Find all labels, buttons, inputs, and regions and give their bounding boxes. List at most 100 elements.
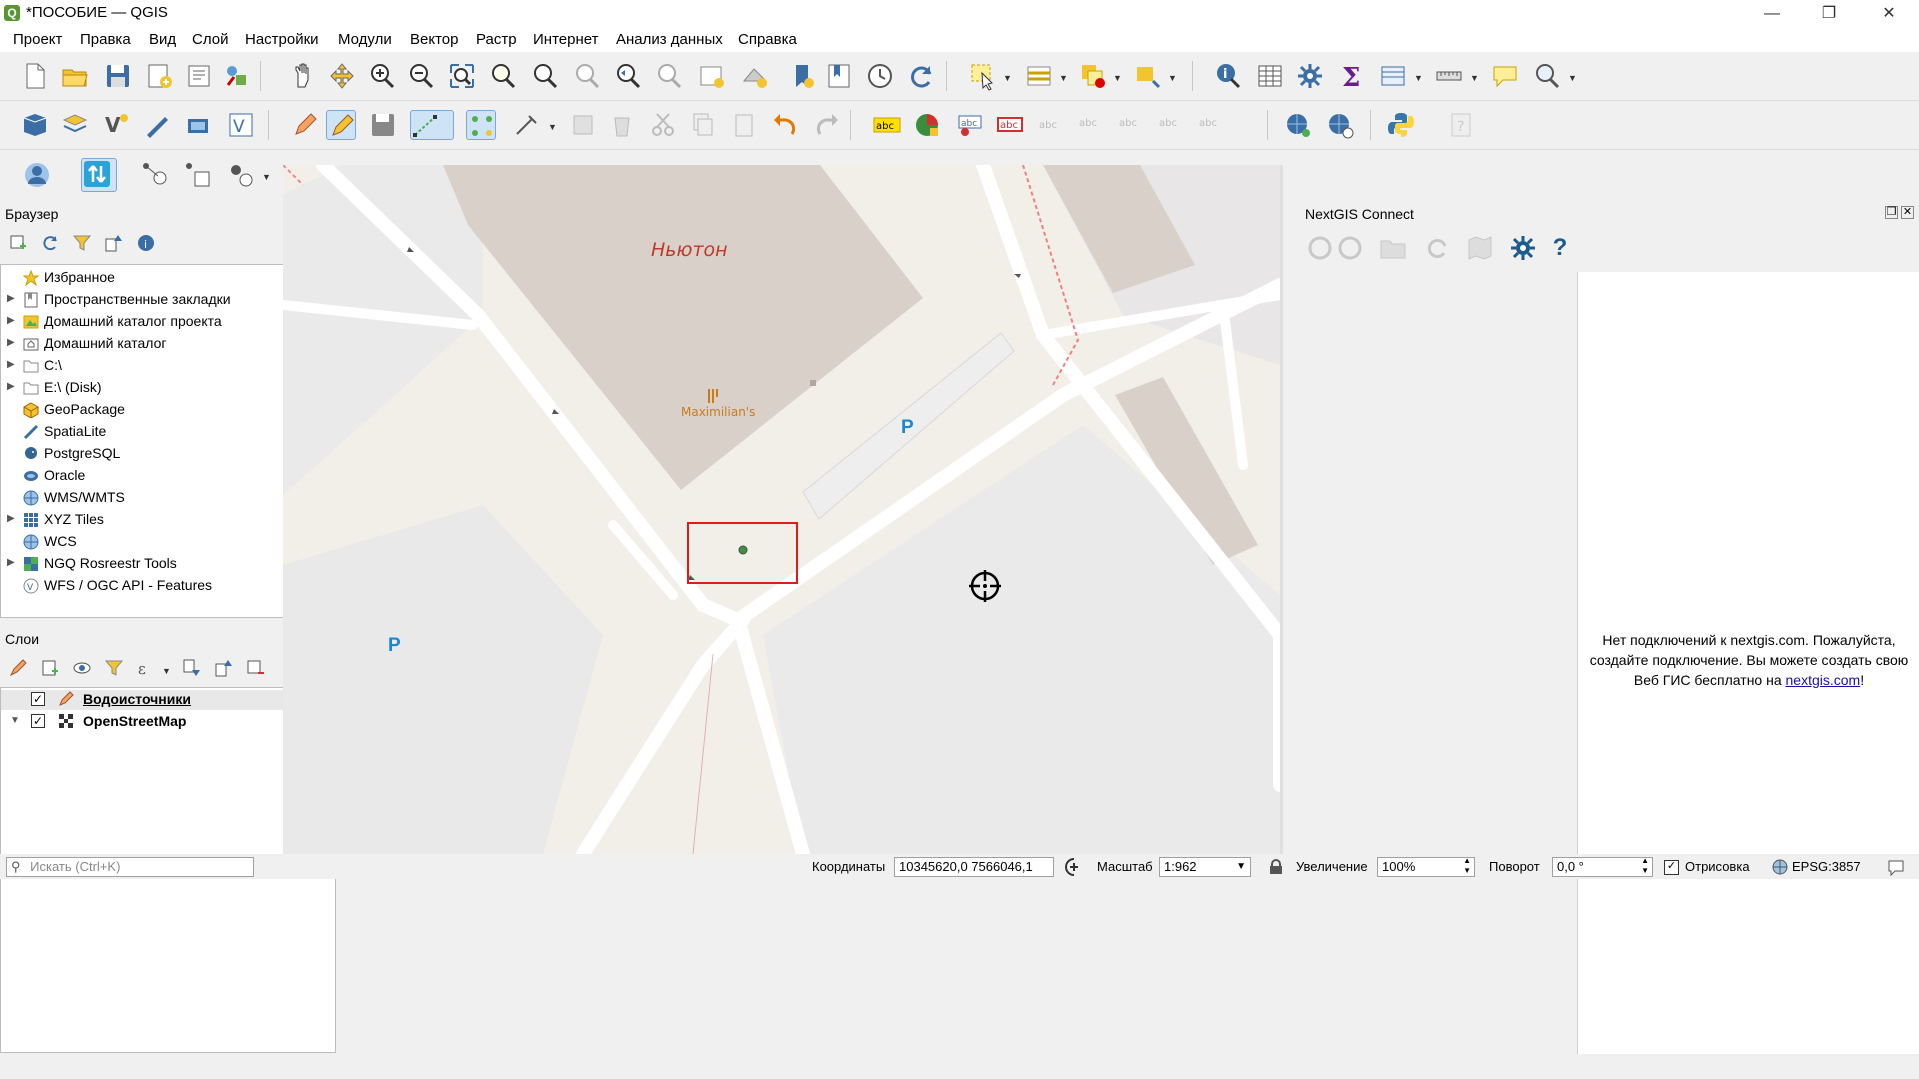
open-project-icon[interactable] xyxy=(60,61,90,91)
topology-tool-3-icon[interactable] xyxy=(226,160,256,190)
add-virtual-layer-icon[interactable]: V xyxy=(226,110,256,140)
map-tips-table-icon[interactable] xyxy=(1378,61,1408,91)
browser-filter-icon[interactable] xyxy=(72,233,92,253)
digitize-with-segment-icon[interactable] xyxy=(410,110,454,140)
user-profile-icon[interactable] xyxy=(22,160,52,190)
add-group-icon[interactable] xyxy=(40,658,60,678)
temporal-controller-icon[interactable] xyxy=(865,61,895,91)
filter-legend-icon[interactable] xyxy=(104,658,124,678)
python-console-icon[interactable] xyxy=(1386,110,1416,140)
diagram-options-icon[interactable] xyxy=(912,110,942,140)
filter-by-expression-icon[interactable]: ε xyxy=(136,658,156,678)
add-mesh-layer-icon[interactable] xyxy=(184,110,214,140)
rotation-field[interactable]: 0,0 ° ▲ ▼ xyxy=(1552,856,1653,877)
locator-search-field[interactable]: ⚲ Искать (Ctrl+K) xyxy=(6,857,254,877)
locator-icon[interactable] xyxy=(1532,61,1562,91)
menu-processing[interactable]: Анализ данных xyxy=(616,31,723,48)
topology-tool-2-icon[interactable] xyxy=(183,160,213,190)
menu-edit[interactable]: Правка xyxy=(80,31,131,48)
browser-refresh-icon[interactable] xyxy=(40,233,60,253)
collapse-all-icon[interactable] xyxy=(214,658,234,678)
menu-raster[interactable]: Растр xyxy=(476,31,517,48)
open-layer-styling-icon[interactable] xyxy=(8,658,28,678)
menu-vector[interactable]: Вектор xyxy=(410,31,458,48)
menu-help[interactable]: Справка xyxy=(738,31,797,48)
zoom-full-icon[interactable] xyxy=(447,61,477,91)
toggle-extents-icon[interactable] xyxy=(1064,857,1084,877)
browser-collapse-icon[interactable] xyxy=(104,233,124,253)
new-bookmark-icon[interactable] xyxy=(787,61,817,91)
magnifier-field[interactable]: 100% ▲ ▼ xyxy=(1377,856,1475,877)
render-checkbox[interactable]: ✓ xyxy=(1664,860,1679,875)
new-map-view-icon[interactable] xyxy=(697,61,727,91)
attribute-table-icon[interactable] xyxy=(1255,61,1285,91)
maximize-button[interactable]: ❐ xyxy=(1806,0,1852,28)
zoom-native-icon[interactable] xyxy=(572,61,602,91)
save-edits-icon[interactable] xyxy=(368,110,398,140)
select-by-value-icon[interactable] xyxy=(1024,61,1054,91)
nextgis-settings-icon[interactable] xyxy=(1509,234,1537,262)
spinner-icon[interactable]: ▲ ▼ xyxy=(1641,856,1649,876)
sync-toggle-icon[interactable] xyxy=(81,158,117,192)
coordinates-field[interactable]: 10345620,0 7566046,1 xyxy=(894,857,1054,877)
new-project-icon[interactable] xyxy=(20,61,50,91)
zoom-last-icon[interactable] xyxy=(613,61,643,91)
crs-label[interactable]: EPSG:3857 xyxy=(1792,859,1861,874)
zoom-next-icon[interactable] xyxy=(654,61,684,91)
zoom-to-layer-icon[interactable] xyxy=(530,61,560,91)
deselect-all-icon[interactable] xyxy=(1078,61,1108,91)
menu-project[interactable]: Проект xyxy=(13,31,62,48)
expand-all-icon[interactable] xyxy=(182,658,202,678)
minimize-button[interactable]: — xyxy=(1749,0,1795,28)
layer-visibility-checkbox[interactable]: ✓ xyxy=(31,692,45,706)
select-by-location-icon[interactable] xyxy=(1133,61,1163,91)
menu-layer[interactable]: Слой xyxy=(192,31,228,48)
undo-icon[interactable] xyxy=(770,110,800,140)
close-button[interactable]: ✕ xyxy=(1866,0,1912,28)
layer-visibility-checkbox[interactable]: ✓ xyxy=(31,714,45,728)
data-source-manager-icon[interactable] xyxy=(20,110,50,140)
style-manager-icon[interactable] xyxy=(222,61,252,91)
add-wms-layer-icon[interactable] xyxy=(1283,110,1313,140)
map-canvas[interactable]: Ньютон Maximilian's P P xyxy=(283,165,1280,854)
add-delimited-text-icon[interactable] xyxy=(142,110,172,140)
nextgis-link[interactable]: nextgis.com xyxy=(1786,672,1861,688)
menu-view[interactable]: Вид xyxy=(149,31,176,48)
current-edits-icon[interactable] xyxy=(290,110,320,140)
layer-name-osm[interactable]: OpenStreetMap xyxy=(83,713,186,729)
nextgis-help-icon[interactable]: ? xyxy=(1546,234,1574,262)
messages-icon[interactable] xyxy=(1886,857,1906,877)
processing-toolbox-icon[interactable] xyxy=(1295,61,1325,91)
zoom-in-icon[interactable] xyxy=(367,61,397,91)
highlight-pinned-labels-icon[interactable]: abc xyxy=(995,110,1025,140)
add-wfs-layer-icon[interactable] xyxy=(1325,110,1355,140)
menu-settings[interactable]: Настройки xyxy=(245,31,319,48)
zoom-out-icon[interactable] xyxy=(406,61,436,91)
add-vector-layer-icon[interactable]: V xyxy=(102,110,132,140)
identify-features-icon[interactable]: i xyxy=(1213,61,1243,91)
splitter[interactable] xyxy=(1280,165,1283,854)
layer-expand-arrow-icon[interactable]: ▼ xyxy=(10,715,20,726)
show-bookmarks-icon[interactable] xyxy=(824,61,854,91)
select-features-icon[interactable] xyxy=(968,61,998,91)
pin-labels-icon[interactable]: abc xyxy=(955,110,985,140)
refresh-icon[interactable] xyxy=(906,61,936,91)
new-3d-view-icon[interactable] xyxy=(740,61,770,91)
topology-tool-1-icon[interactable] xyxy=(140,160,170,190)
save-project-icon[interactable] xyxy=(103,61,133,91)
statistics-icon[interactable]: Σ xyxy=(1337,61,1367,93)
vertex-tool-icon[interactable] xyxy=(466,110,496,140)
layout-manager-icon[interactable] xyxy=(184,61,214,91)
nextgis-close-icon[interactable]: ✕ xyxy=(1901,206,1914,219)
add-layer-icon[interactable] xyxy=(60,110,90,140)
lock-icon[interactable] xyxy=(1268,859,1284,875)
manage-map-themes-icon[interactable] xyxy=(72,658,92,678)
scale-field[interactable]: 1:962 ▼ xyxy=(1159,857,1251,877)
add-selected-layers-icon[interactable] xyxy=(8,233,28,253)
pan-to-selection-icon[interactable] xyxy=(327,61,357,91)
zoom-to-selection-icon[interactable] xyxy=(488,61,518,91)
pan-icon[interactable] xyxy=(288,61,318,91)
menu-web[interactable]: Интернет xyxy=(533,31,598,48)
toggle-editing-icon[interactable] xyxy=(326,110,356,140)
chevron-down-icon[interactable]: ▼ xyxy=(1236,858,1246,876)
